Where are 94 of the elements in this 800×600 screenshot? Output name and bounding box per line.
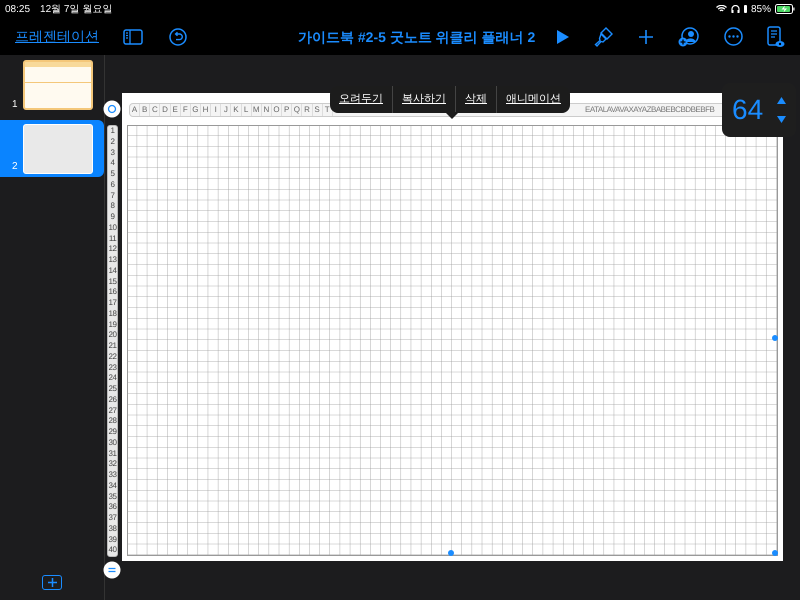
- row-header: 30: [108, 438, 117, 448]
- row-header: 18: [108, 308, 117, 320]
- selection-handle[interactable]: [448, 550, 454, 556]
- wifi-icon: [716, 5, 727, 13]
- column-header: D: [160, 104, 171, 116]
- row-header: 4: [110, 158, 116, 169]
- status-time: 08:25: [5, 2, 30, 16]
- row-header: 9: [110, 212, 116, 223]
- row-header: 39: [108, 534, 117, 546]
- row-header: 15: [108, 276, 117, 288]
- column-header: P: [282, 104, 292, 116]
- column-header: E: [170, 104, 181, 116]
- column-header: C: [150, 104, 160, 116]
- undo-icon[interactable]: [169, 28, 187, 46]
- row-header: 23: [108, 362, 117, 374]
- battery-percent: 85%: [750, 2, 771, 16]
- row-header: 25: [108, 384, 117, 395]
- row-header: 21: [108, 341, 117, 352]
- sidebar-toggle-icon[interactable]: [123, 28, 143, 44]
- selection-handle[interactable]: [772, 335, 778, 341]
- row-header: 17: [108, 298, 117, 309]
- plus-icon[interactable]: [638, 28, 654, 44]
- column-header: R: [302, 104, 313, 116]
- slide-thumbnail: [23, 124, 93, 174]
- slide-item[interactable]: 1: [0, 58, 104, 115]
- column-header: S: [312, 104, 323, 116]
- row-header: 7: [110, 190, 116, 202]
- row-header: 26: [108, 394, 117, 406]
- slide-item[interactable]: 2: [0, 120, 104, 177]
- column-header: A: [130, 104, 140, 116]
- headphones-icon: [730, 5, 740, 13]
- row-header: 8: [110, 201, 116, 212]
- row-header: 38: [108, 524, 117, 534]
- row-header: 1: [110, 126, 116, 137]
- row-header: 34: [108, 480, 117, 492]
- slide-number: 2: [12, 160, 18, 174]
- add-person-icon[interactable]: [678, 26, 700, 46]
- column-header: I: [211, 104, 222, 116]
- row-header: 27: [108, 406, 117, 416]
- row-header: 22: [108, 352, 117, 362]
- slide-thumbnail: [23, 60, 93, 110]
- row-header: 2: [110, 136, 116, 148]
- column-header: H: [200, 104, 212, 116]
- menu-item[interactable]: 애니메이션: [496, 86, 570, 113]
- row-header: 20: [108, 330, 117, 341]
- document-view-icon[interactable]: [767, 26, 785, 48]
- row-header: 11: [108, 234, 117, 244]
- paintbrush-icon[interactable]: [594, 26, 614, 48]
- document-title: 가이드북 #2-5 굿노트 위클리 플래너 2: [298, 28, 536, 47]
- row-header: 40: [108, 545, 117, 556]
- table-select-handle[interactable]: [103, 100, 121, 118]
- down-arrow-icon[interactable]: [777, 116, 786, 123]
- column-header: B: [140, 104, 150, 116]
- column-header: Q: [292, 104, 302, 116]
- row-header: 14: [108, 266, 117, 276]
- row-header: 35: [108, 492, 117, 502]
- row-header: 36: [108, 502, 117, 513]
- row-header: 37: [108, 513, 117, 524]
- column-header: G: [190, 104, 201, 116]
- selection-handle[interactable]: [772, 550, 778, 556]
- slide-number: 1: [12, 98, 18, 112]
- row-header: 28: [108, 416, 117, 427]
- status-date: 12월 7일 월요일: [40, 2, 112, 16]
- row-header: 13: [108, 255, 117, 266]
- row-header: 10: [108, 222, 117, 234]
- row-header: 24: [108, 373, 117, 384]
- back-link[interactable]: 프레젠테이션: [15, 26, 99, 47]
- column-header: EATALAVAVAXAYAZBABEBCBDBEBFB: [585, 104, 714, 116]
- play-icon[interactable]: [556, 28, 570, 44]
- column-header: K: [231, 104, 242, 116]
- row-header: 32: [108, 459, 117, 470]
- column-header: M: [252, 104, 262, 116]
- stepper-value: 64: [732, 93, 764, 127]
- up-arrow-icon[interactable]: [777, 97, 786, 104]
- row-header: 5: [110, 169, 116, 180]
- column-header: F: [180, 104, 191, 116]
- row-header: 3: [110, 148, 116, 158]
- row-header: 6: [110, 180, 116, 190]
- row-header: 33: [108, 470, 117, 481]
- column-header: O: [272, 104, 282, 116]
- row-header: 29: [108, 427, 117, 438]
- add-slide-button[interactable]: [42, 575, 62, 590]
- row-header: 31: [108, 448, 117, 460]
- row-header: 16: [108, 287, 117, 298]
- row-resize-handle[interactable]: [103, 561, 121, 579]
- battery-charging-icon: [775, 4, 795, 14]
- more-icon[interactable]: [724, 27, 743, 46]
- menu-item[interactable]: 오려두기: [330, 86, 392, 113]
- plus-icon: [48, 578, 56, 587]
- row-header: 12: [108, 244, 117, 255]
- column-header: N: [262, 104, 272, 116]
- column-header: J: [221, 104, 232, 116]
- row-header: 19: [108, 320, 117, 330]
- column-header: L: [242, 104, 252, 116]
